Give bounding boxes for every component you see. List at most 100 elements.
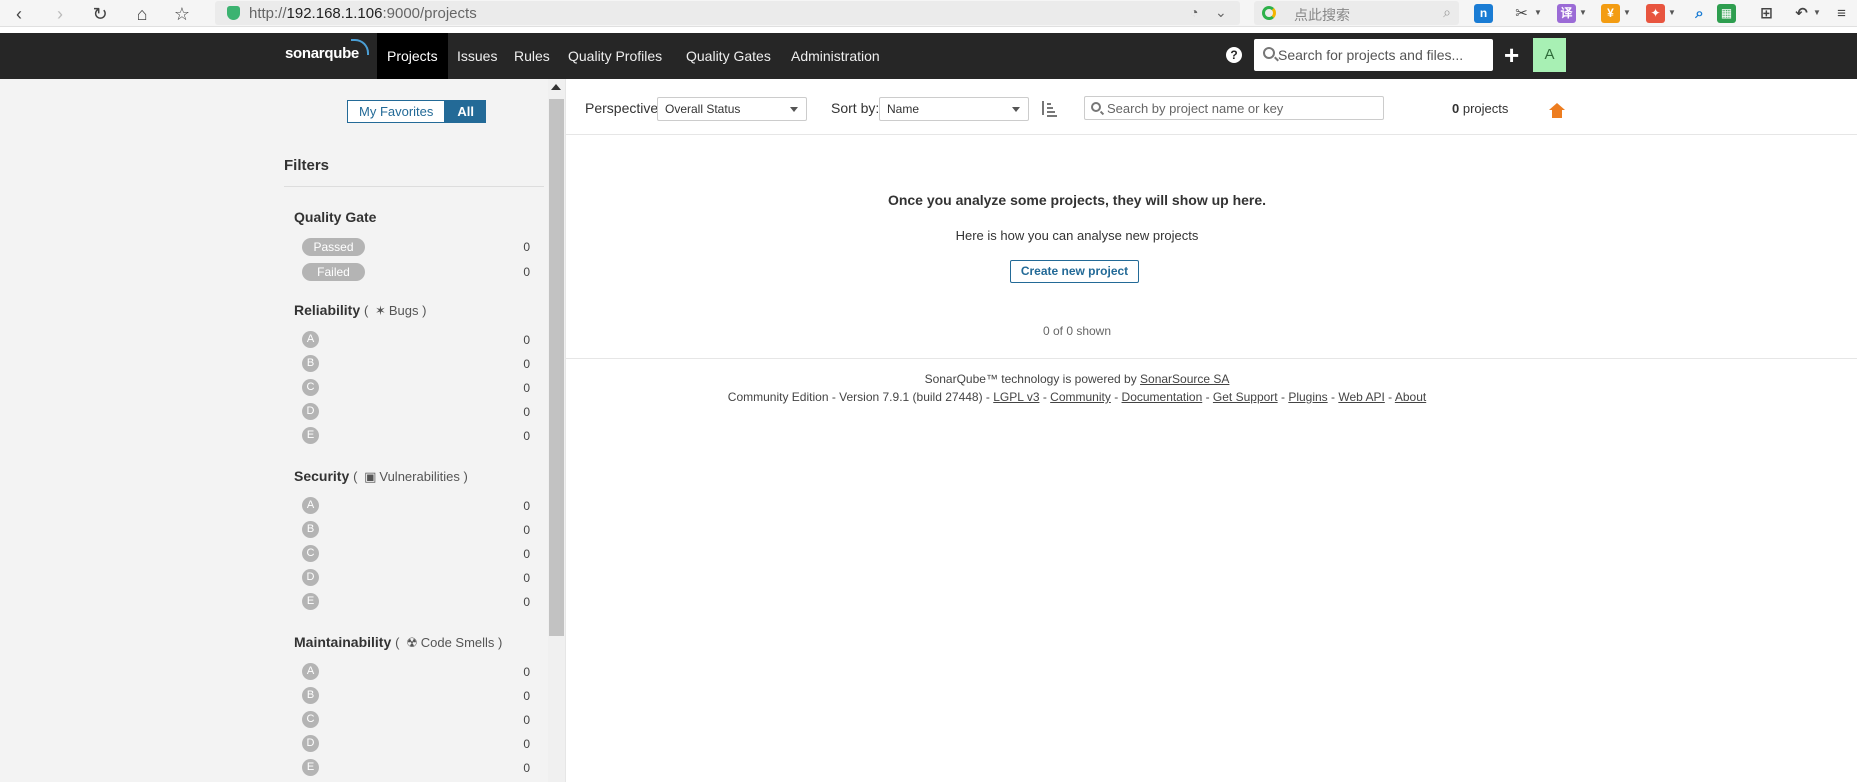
empty-state-subtitle: Here is how you can analyse new projects (955, 228, 1199, 243)
browser-search-box[interactable]: 点此搜索 ⌕ (1254, 1, 1459, 25)
search-icon (1091, 102, 1101, 112)
nav-administration[interactable]: Administration (791, 33, 880, 79)
sort-by-select-value: Name (887, 102, 920, 116)
web-api-link[interactable]: Web API (1338, 390, 1384, 404)
my-favorites-button[interactable]: My Favorites (347, 100, 446, 123)
nav-rules[interactable]: Rules (514, 33, 550, 79)
header-divider (566, 134, 1857, 135)
maintainability-rating-d[interactable]: D (302, 735, 319, 752)
reliability-rating-c[interactable]: C (302, 379, 319, 396)
extension-n-icon[interactable]: n (1474, 4, 1493, 23)
reliability-rating-b[interactable]: B (302, 355, 319, 372)
gamepad-icon[interactable]: ✦ (1646, 4, 1665, 23)
quality-gate-failed[interactable]: Failed (302, 263, 365, 281)
sonarqube-logo[interactable]: sonarqube (285, 45, 359, 62)
search-icon[interactable]: ⌕ (1443, 4, 1451, 21)
star-icon[interactable]: ☆ (171, 3, 193, 25)
nav-projects[interactable]: Projects (377, 33, 448, 79)
sonarsource-link[interactable]: SonarSource SA (1140, 372, 1229, 386)
chevron-down-icon[interactable]: ⌄ (1215, 4, 1227, 21)
security-rating-a[interactable]: A (302, 497, 319, 514)
back-icon[interactable]: ‹ (8, 3, 30, 25)
shown-count: 0 of 0 shown (1042, 324, 1112, 338)
help-icon[interactable]: ? (1226, 47, 1242, 63)
filters-divider (284, 186, 544, 187)
maintainability-rating-b[interactable]: B (302, 687, 319, 704)
sort-order-icon[interactable] (1040, 99, 1057, 117)
address-bar[interactable]: http://192.168.1.106:9000/projects ◔ ⌄ (215, 1, 1240, 25)
plugins-link[interactable]: Plugins (1288, 390, 1327, 404)
quality-gate-passed[interactable]: Passed (302, 238, 365, 256)
reliability-rating-e-count: 0 (523, 429, 530, 443)
security-rating-b[interactable]: B (302, 521, 319, 538)
community-link[interactable]: Community (1050, 390, 1111, 404)
translate-icon[interactable]: 译 (1557, 4, 1576, 23)
perspective-select-value: Overall Status (665, 102, 741, 116)
home-browser-icon[interactable]: ⌂ (131, 3, 153, 25)
compat-mode-icon[interactable]: ◔ (1190, 4, 1198, 20)
reliability-rating-b-count: 0 (523, 357, 530, 371)
reliability-rating-a-count: 0 (523, 333, 530, 347)
reliability-rating-e[interactable]: E (302, 427, 319, 444)
nav-quality-gates[interactable]: Quality Gates (686, 33, 771, 79)
security-rating-e-count: 0 (523, 595, 530, 609)
project-search[interactable] (1084, 96, 1384, 120)
forward-icon[interactable]: › (49, 3, 71, 25)
bug-icon: ✶ (374, 303, 386, 318)
shopping-dropdown-icon[interactable]: ▼ (1623, 8, 1631, 17)
reliability-rating-c-count: 0 (523, 381, 530, 395)
perspective-select[interactable]: Overall Status (657, 97, 807, 121)
maintainability-rating-a[interactable]: A (302, 663, 319, 680)
project-count: 0 projects (1452, 101, 1509, 116)
security-rating-d[interactable]: D (302, 569, 319, 586)
sort-by-select[interactable]: Name (879, 97, 1029, 121)
nav-quality-profiles[interactable]: Quality Profiles (568, 33, 662, 79)
chevron-down-icon (1012, 107, 1020, 112)
nav-issues[interactable]: Issues (457, 33, 497, 79)
gamepad-dropdown-icon[interactable]: ▼ (1668, 8, 1676, 17)
filters-title: Filters (284, 157, 330, 174)
security-rating-c[interactable]: C (302, 545, 319, 562)
reload-icon[interactable]: ↻ (89, 3, 111, 25)
lgpl-link[interactable]: LGPL v3 (993, 390, 1039, 404)
about-link[interactable]: About (1395, 390, 1426, 404)
get-support-link[interactable]: Get Support (1213, 390, 1278, 404)
undo-icon[interactable]: ↶ (1792, 4, 1811, 23)
reliability-rating-a[interactable]: A (302, 331, 319, 348)
favorites-toggle: My Favorites All (347, 100, 487, 123)
maintainability-rating-c[interactable]: C (302, 711, 319, 728)
shopping-icon[interactable]: ¥ (1601, 4, 1620, 23)
undo-dropdown-icon[interactable]: ▼ (1813, 8, 1821, 17)
calendar-extension-icon[interactable]: ▦ (1717, 4, 1736, 23)
global-search-input[interactable] (1278, 39, 1488, 71)
quality-gate-failed-count: 0 (523, 265, 530, 279)
logo-wave-icon (351, 39, 369, 55)
maintainability-facet-title: Maintainability ( ☢ Code Smells ) (294, 634, 503, 650)
security-rating-d-count: 0 (523, 571, 530, 585)
global-search[interactable] (1254, 39, 1493, 71)
security-rating-e[interactable]: E (302, 593, 319, 610)
apps-grid-icon[interactable]: ⊞ (1757, 4, 1776, 23)
home-icon[interactable] (1549, 103, 1565, 118)
menu-icon[interactable]: ≡ (1832, 4, 1851, 23)
translate-dropdown-icon[interactable]: ▼ (1579, 8, 1587, 17)
magnifier-extension-icon[interactable]: ⌕ (1690, 4, 1709, 23)
avatar[interactable]: A (1533, 38, 1566, 72)
scissors-dropdown-icon[interactable]: ▼ (1534, 8, 1542, 17)
project-search-input[interactable] (1107, 97, 1379, 119)
scroll-up-icon[interactable] (551, 84, 561, 90)
all-button[interactable]: All (445, 100, 487, 123)
reliability-rating-d[interactable]: D (302, 403, 319, 420)
secure-shield-icon (227, 6, 240, 20)
empty-state-title: Once you analyze some projects, they wil… (887, 192, 1267, 208)
create-plus-icon[interactable]: + (1504, 41, 1519, 69)
search-engine-icon[interactable] (1262, 6, 1276, 20)
maintainability-rating-b-count: 0 (523, 689, 530, 703)
scrollbar-thumb[interactable] (549, 99, 564, 636)
content-divider (565, 79, 566, 782)
documentation-link[interactable]: Documentation (1122, 390, 1203, 404)
maintainability-rating-e[interactable]: E (302, 759, 319, 776)
create-new-project-button[interactable]: Create new project (1010, 260, 1139, 283)
scissors-icon[interactable]: ✂ (1512, 4, 1531, 23)
sidebar-scrollbar[interactable] (548, 79, 565, 782)
